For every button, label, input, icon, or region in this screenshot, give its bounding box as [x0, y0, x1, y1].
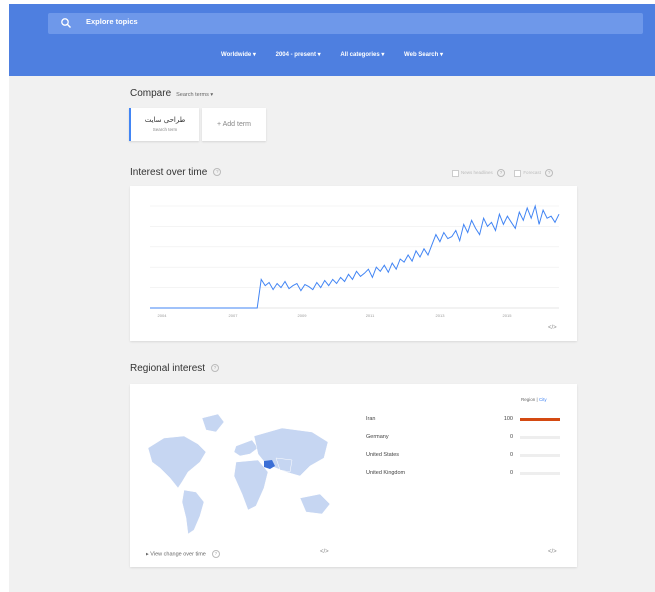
search-term-sub: Search term	[152, 127, 178, 132]
search-icon	[61, 18, 71, 28]
top-bar: Explore topics Worldwide ▾ 2004 - presen…	[9, 4, 655, 76]
filter-category[interactable]: All categories ▾	[340, 51, 384, 58]
regional-heading: Regional interest?	[130, 363, 220, 374]
x-tick-label: 2009	[298, 313, 308, 318]
region-bar	[520, 472, 560, 475]
region-bar	[520, 454, 560, 457]
help-icon[interactable]: ?	[211, 550, 220, 558]
news-headlines-checkbox	[452, 169, 459, 177]
region-name[interactable]: Iran	[366, 416, 375, 422]
search-term-card[interactable]: طراحی سایت Search term	[129, 108, 199, 141]
map-europe	[233, 439, 259, 457]
search-input[interactable]: Explore topics	[48, 13, 643, 34]
map-south-america	[181, 489, 205, 535]
map-australia	[299, 493, 331, 515]
region-value: 100	[503, 416, 513, 422]
forecast-checkbox	[514, 169, 522, 177]
view-change-link[interactable]: ▸ View change over time?	[146, 550, 220, 558]
search-terms-dropdown[interactable]: Search terms ▾	[176, 92, 213, 98]
interest-heading: Interest over time?	[130, 167, 222, 178]
series-line	[150, 204, 560, 309]
city-toggle[interactable]: City	[539, 397, 547, 402]
region-bar	[520, 418, 560, 421]
search-placeholder: Explore topics	[86, 17, 138, 26]
help-icon[interactable]: ?	[213, 168, 222, 177]
help-icon[interactable]: ?	[211, 364, 220, 373]
filter-time[interactable]: 2004 - present ▾	[276, 51, 321, 58]
map-south-asia	[275, 457, 293, 473]
help-icon[interactable]: ?	[497, 169, 506, 177]
map-greenland	[201, 413, 225, 433]
region-toggle[interactable]: Region	[521, 397, 535, 402]
region-name[interactable]: United States	[366, 452, 399, 458]
regional-card: Region | City Iran 100 Germany 0 United Stat…	[130, 384, 577, 567]
x-tick-label: 2015	[503, 313, 513, 318]
region-bar-fill	[520, 418, 560, 421]
help-icon[interactable]: ?	[545, 169, 554, 177]
filter-location[interactable]: Worldwide ▾	[221, 51, 256, 58]
forecast-option[interactable]: Forecast	[514, 169, 541, 177]
filter-search-type[interactable]: Web Search ▾	[404, 51, 443, 58]
world-map	[147, 413, 331, 535]
region-value: 0	[509, 452, 513, 458]
region-name[interactable]: Germany	[366, 434, 389, 440]
x-tick-label: 2007	[229, 313, 239, 318]
region-city-toggle: Region | City	[521, 397, 547, 402]
map-north-america	[147, 435, 207, 489]
interest-line-chart: 2004 2007 2009 2011 2013 2015	[150, 204, 560, 318]
interest-chart-card: 2004 2007 2009 2011 2013 2015 </>	[130, 186, 577, 341]
chart-options: News headlines ? Forecast ?	[452, 169, 554, 177]
x-tick-label: 2004	[158, 313, 168, 318]
embed-icon[interactable]: </>	[548, 549, 557, 555]
region-value: 0	[509, 470, 513, 476]
x-tick-label: 2011	[366, 313, 375, 318]
embed-icon[interactable]: </>	[320, 549, 329, 555]
region-bar	[520, 436, 560, 439]
x-tick-label: 2013	[436, 313, 446, 318]
region-name[interactable]: United Kingdom	[366, 470, 405, 476]
app-frame: Explore topics Worldwide ▾ 2004 - presen…	[9, 4, 655, 592]
filter-bar: Worldwide ▾ 2004 - present ▾ All categor…	[9, 51, 655, 58]
map-africa	[233, 459, 269, 511]
news-headlines-option[interactable]: News headlines	[452, 169, 493, 177]
region-value: 0	[509, 434, 513, 440]
add-term-button[interactable]: + Add term	[202, 108, 266, 141]
search-term-name: طراحی سایت	[144, 116, 186, 124]
embed-icon[interactable]: </>	[548, 325, 557, 331]
compare-heading: Compare Search terms ▾	[130, 88, 214, 99]
